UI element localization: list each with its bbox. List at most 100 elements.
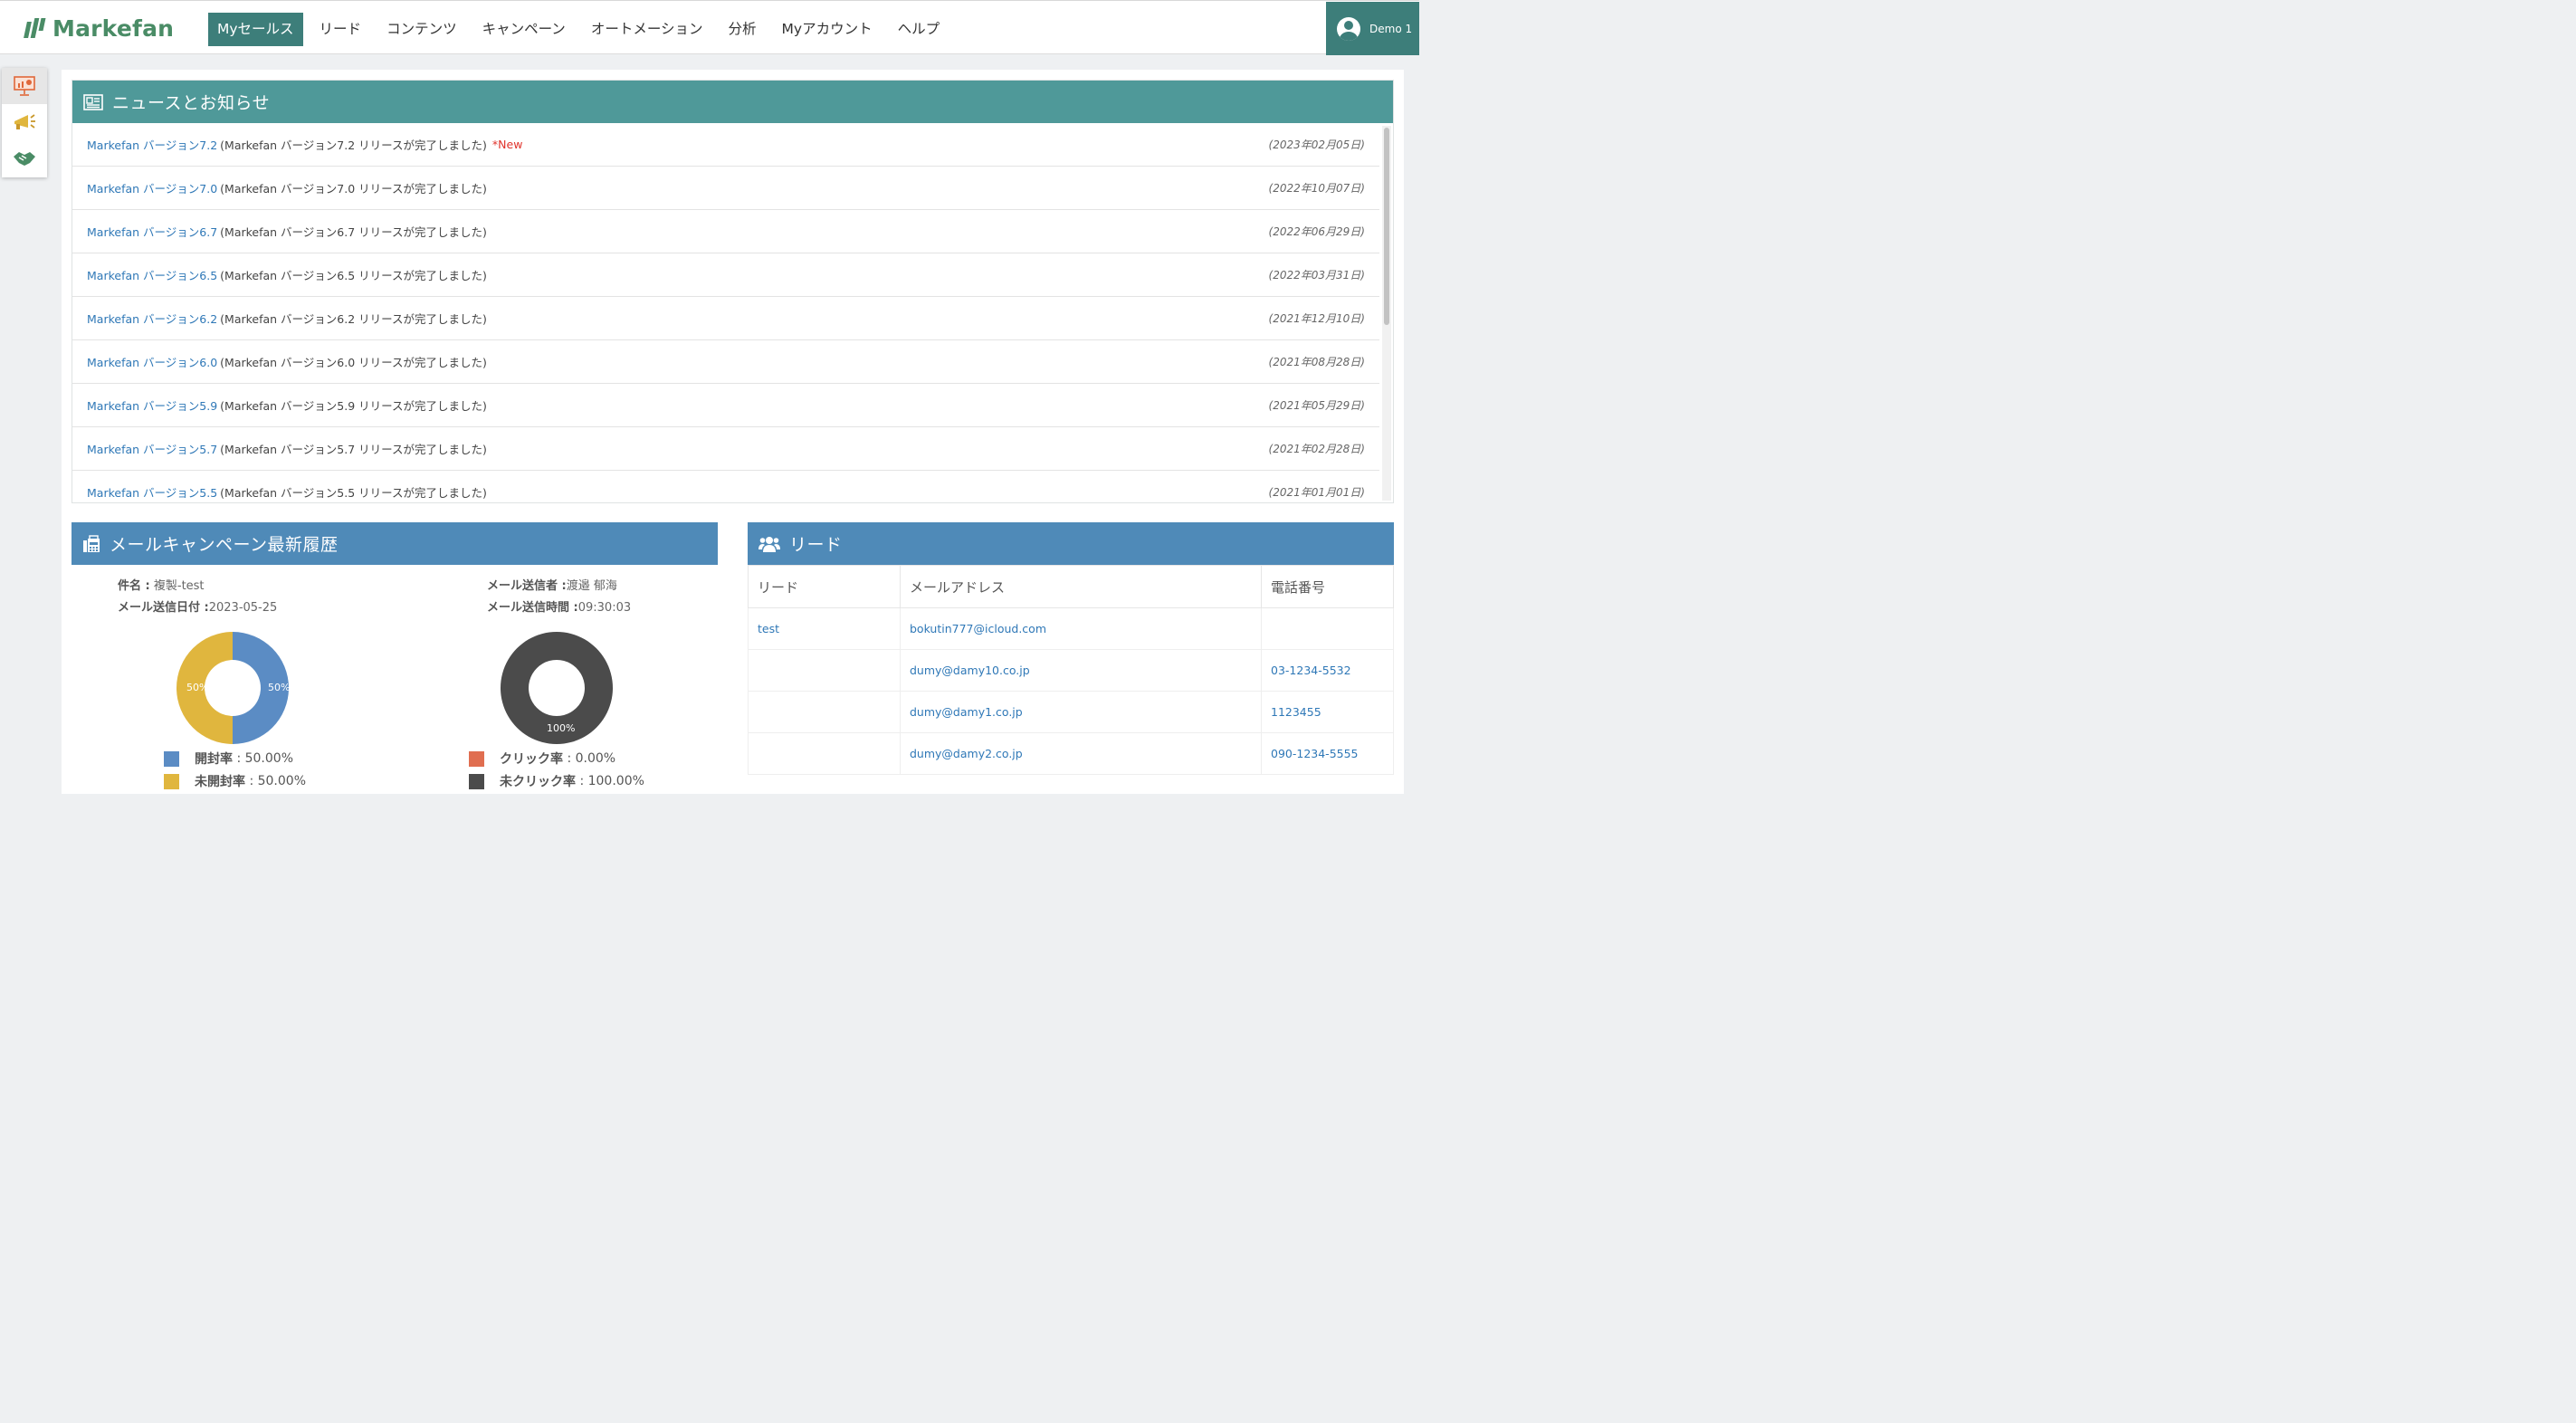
news-item-date: (2022年06月29日): [1268, 225, 1365, 238]
news-item-desc: (Markefan バージョン5.7 リリースが完了しました): [220, 443, 487, 456]
presentation-chart-icon: [14, 76, 35, 96]
send-date-label: メール送信日付 :: [118, 601, 209, 615]
leads-table: リード メールアドレス 電話番号 test bokutin777@icloud.…: [748, 565, 1394, 775]
news-item-desc: (Markefan バージョン6.5 リリースが完了しました): [220, 269, 487, 282]
newspaper-icon: [83, 93, 103, 110]
mail-campaign-panel: メールキャンペーン最新履歴 件名 : 複製-test メール送信日付 :2023…: [72, 522, 718, 794]
lead-phone-cell[interactable]: 090-1234-5555: [1261, 732, 1394, 775]
legend-noclick-value: : 100.00%: [579, 774, 644, 788]
news-item-link[interactable]: Markefan バージョン7.0: [87, 179, 217, 196]
nav-help[interactable]: ヘルプ: [889, 13, 949, 46]
news-item-link[interactable]: Markefan バージョン6.2: [87, 310, 217, 327]
news-item-link[interactable]: Markefan バージョン6.5: [87, 266, 217, 283]
lead-email-cell[interactable]: dumy@damy10.co.jp: [900, 649, 1262, 692]
nav-campaigns[interactable]: キャンペーン: [473, 13, 575, 46]
news-item-desc: (Markefan バージョン7.0 リリースが完了しました): [220, 182, 487, 196]
nav-contents[interactable]: コンテンツ: [377, 13, 466, 46]
news-item: Markefan バージョン5.7 (Markefan バージョン5.7 リリー…: [72, 427, 1379, 471]
mail-info-left: 件名 : 複製-test メール送信日付 :2023-05-25: [118, 576, 277, 619]
table-row: dumy@damy1.co.jp 1123455: [748, 691, 1394, 733]
lead-email-cell[interactable]: dumy@damy2.co.jp: [900, 732, 1262, 775]
news-item-date: (2022年10月07日): [1268, 182, 1365, 195]
user-menu-button[interactable]: Demo 1: [1326, 2, 1419, 55]
news-item-link[interactable]: Markefan バージョン5.9: [87, 396, 217, 414]
legend-no-click-rate: 未クリック率 : 100.00%: [469, 772, 644, 790]
news-item-link[interactable]: Markefan バージョン7.2: [87, 136, 217, 153]
nav-my-account[interactable]: Myアカウント: [773, 13, 882, 46]
lead-phone-cell[interactable]: [1261, 607, 1394, 650]
news-item-date: (2021年05月29日): [1268, 399, 1365, 412]
news-item: Markefan バージョン5.5 (Markefan バージョン5.5 リリー…: [72, 471, 1379, 503]
lead-name-cell[interactable]: [748, 691, 901, 733]
donut-label-open: 50%: [268, 682, 291, 693]
news-item-date: (2021年01月01日): [1268, 486, 1365, 499]
nav-analytics[interactable]: 分析: [720, 13, 766, 46]
user-avatar-icon: [1337, 16, 1360, 41]
send-date-value: 2023-05-25: [208, 601, 278, 615]
lead-phone-cell[interactable]: 03-1234-5532: [1261, 649, 1394, 692]
table-row: test bokutin777@icloud.com: [748, 607, 1394, 650]
news-item-link[interactable]: Markefan バージョン5.5: [87, 483, 217, 501]
legend-click-rate: クリック率 : 0.00%: [469, 750, 615, 768]
legend-swatch-open: [164, 750, 179, 767]
legend-unopened-value: : 50.00%: [249, 774, 307, 788]
lead-name-cell[interactable]: test: [748, 607, 901, 650]
lead-email-cell[interactable]: bokutin777@icloud.com: [900, 607, 1262, 650]
legend-unopened-rate: 未開封率 : 50.00%: [164, 772, 306, 790]
send-time-value: 09:30:03: [577, 601, 632, 615]
news-item-desc: (Markefan バージョン7.2 リリースが完了しました): [220, 138, 487, 152]
news-item: Markefan バージョン6.0 (Markefan バージョン6.0 リリー…: [72, 340, 1379, 384]
nav-leads[interactable]: リード: [310, 13, 371, 46]
legend-swatch-unopened: [164, 773, 179, 789]
mail-campaign-header: メールキャンペーン最新履歴: [72, 522, 718, 565]
users-icon: [758, 536, 780, 552]
leads-panel: リード リード メールアドレス 電話番号 test bokutin777@icl…: [748, 522, 1394, 794]
news-item-date: (2021年12月10日): [1268, 312, 1365, 325]
lead-phone-cell[interactable]: 1123455: [1261, 691, 1394, 733]
megaphone-icon: [14, 114, 35, 129]
news-item: Markefan バージョン7.0 (Markefan バージョン7.0 リリー…: [72, 167, 1379, 210]
sidetool-campaign[interactable]: [2, 104, 47, 140]
main-nav: Myセールス リード コンテンツ キャンペーン オートメーション 分析 Myアカ…: [208, 13, 956, 46]
donut-label-unopened: 50%: [186, 682, 209, 693]
mail-campaign-title: メールキャンペーン最新履歴: [110, 535, 339, 555]
legend-noclick-label: 未クリック率: [500, 775, 576, 789]
nav-automation[interactable]: オートメーション: [582, 13, 712, 46]
sidetool-deals[interactable]: [2, 140, 47, 177]
subject-label: 件名 :: [118, 579, 150, 593]
news-item: Markefan バージョン6.7 (Markefan バージョン6.7 リリー…: [72, 210, 1379, 253]
markefan-logo[interactable]: Markefan: [24, 14, 174, 43]
table-row: dumy@damy10.co.jp 03-1234-5532: [748, 649, 1394, 692]
news-item-link[interactable]: Markefan バージョン6.7: [87, 223, 217, 240]
legend-unopened-label: 未開封率: [195, 775, 245, 789]
news-panel: ニュースとお知らせ Markefan バージョン7.2 (Markefan バー…: [72, 80, 1394, 503]
news-item: Markefan バージョン5.9 (Markefan バージョン5.9 リリー…: [72, 384, 1379, 427]
leads-panel-header: リード: [748, 522, 1394, 565]
top-navigation-bar: Markefan Myセールス リード コンテンツ キャンペーン オートメーショ…: [0, 0, 1419, 55]
news-item-desc: (Markefan バージョン6.7 リリースが完了しました): [220, 225, 487, 239]
legend-swatch-click: [469, 750, 484, 767]
side-toolbar: [2, 68, 47, 177]
column-header-phone[interactable]: 電話番号: [1261, 565, 1394, 608]
subject-value: 複製-test: [153, 579, 205, 593]
news-scrollbar-thumb[interactable]: [1384, 128, 1389, 325]
legend-click-label: クリック率: [500, 752, 563, 767]
news-panel-header: ニュースとお知らせ: [72, 81, 1393, 123]
column-header-lead[interactable]: リード: [748, 565, 901, 608]
news-item-date: (2021年02月28日): [1268, 443, 1365, 455]
news-scrollbar[interactable]: [1382, 126, 1391, 501]
lead-name-cell[interactable]: [748, 649, 901, 692]
news-item-date: (2021年08月28日): [1268, 356, 1365, 368]
news-item-link[interactable]: Markefan バージョン6.0: [87, 353, 217, 370]
lead-name-cell[interactable]: [748, 732, 901, 775]
leads-panel-title: リード: [789, 535, 843, 555]
news-item-link[interactable]: Markefan バージョン5.7: [87, 440, 217, 457]
lead-email-cell[interactable]: dumy@damy1.co.jp: [900, 691, 1262, 733]
legend-click-value: : 0.00%: [567, 751, 616, 766]
column-header-email[interactable]: メールアドレス: [900, 565, 1262, 608]
nav-my-sales[interactable]: Myセールス: [208, 13, 303, 46]
news-list: Markefan バージョン7.2 (Markefan バージョン7.2 リリー…: [72, 123, 1379, 503]
sidetool-dashboard[interactable]: [2, 68, 47, 104]
news-panel-title: ニュースとお知らせ: [112, 93, 271, 113]
new-badge: *New: [491, 138, 523, 151]
